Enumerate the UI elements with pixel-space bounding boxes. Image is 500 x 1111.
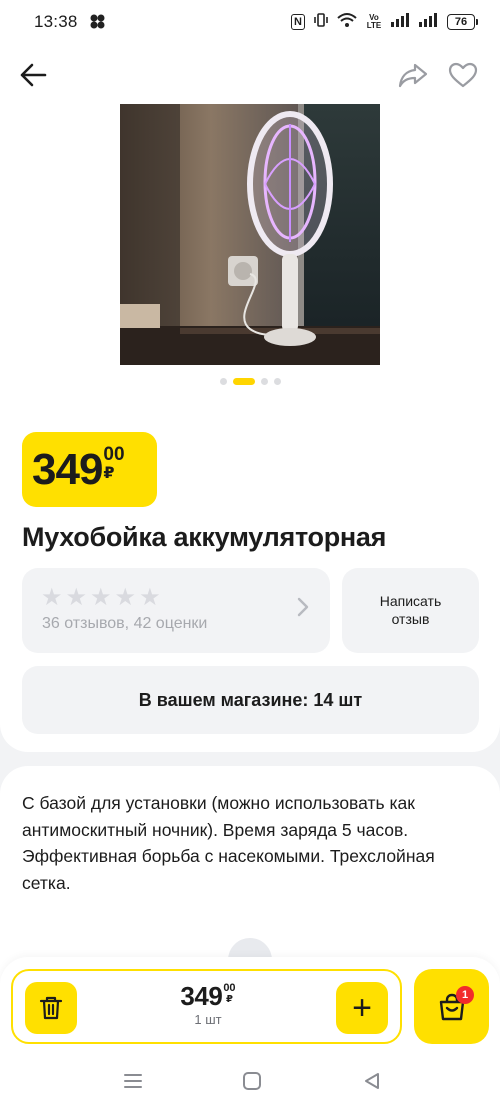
price-badge: 349 00 ₽ <box>22 432 157 507</box>
battery-icon: 76 <box>447 14 478 30</box>
share-icon <box>398 63 428 88</box>
nfc-icon: N <box>291 14 305 30</box>
cart-price-currency: ₽ <box>225 994 233 1005</box>
cart-price: 349 00 ₽ <box>180 981 236 1011</box>
chevron-right-icon <box>296 594 310 625</box>
image-pagination <box>0 378 500 385</box>
square-icon <box>243 1072 261 1090</box>
star-icon: ★ <box>114 584 137 611</box>
pagination-dot[interactable] <box>260 378 268 385</box>
product-title: Мухобойка аккумуляторная <box>22 522 387 552</box>
volte-icon: Vo LTE <box>366 13 382 30</box>
price-integer: 349 <box>32 445 103 494</box>
status-icons: N Vo LTE 76 <box>291 12 478 33</box>
bottom-action-bar: 349 00 ₽ 1 шт + 1 <box>0 957 500 1111</box>
battery-level: 76 <box>447 14 475 30</box>
vibrate-icon <box>313 12 329 33</box>
pagination-dot[interactable] <box>219 378 227 385</box>
signal-1-icon <box>391 12 411 32</box>
favorite-button[interactable] <box>446 58 480 92</box>
triangle-back-icon <box>365 1073 379 1089</box>
home-button[interactable] <box>240 1069 264 1093</box>
trash-icon <box>39 996 63 1020</box>
cart-button[interactable]: 1 <box>414 969 489 1044</box>
system-back-button[interactable] <box>360 1069 384 1093</box>
cart-count-badge: 1 <box>456 986 474 1004</box>
plus-icon: + <box>352 989 372 1027</box>
cart-quantity-control: 349 00 ₽ 1 шт + <box>11 969 402 1044</box>
rating-count: 36 отзывов, 42 оценки <box>42 615 208 632</box>
recents-button[interactable] <box>121 1069 145 1093</box>
star-icon: ★ <box>139 584 161 611</box>
product-description: С базой для установки (можно использоват… <box>22 793 435 893</box>
cart-quantity: 1 шт <box>194 1012 222 1027</box>
rating-summary[interactable]: ★ ★ ★ ★ ★ 36 отзывов, 42 оценки <box>22 568 330 653</box>
share-button[interactable] <box>396 58 430 92</box>
price-currency: ₽ <box>103 465 115 482</box>
star-icon: ★ <box>90 584 112 611</box>
heart-icon <box>448 62 478 88</box>
status-bar: 13:38 N Vo LTE 76 <box>0 0 500 44</box>
remove-from-cart-button[interactable] <box>25 982 77 1034</box>
wifi-icon <box>337 12 357 33</box>
store-stock-text: В вашем магазине: 14 шт <box>138 689 363 710</box>
cart-price-integer: 349 <box>180 981 223 1011</box>
increase-quantity-button[interactable]: + <box>336 982 388 1034</box>
arrow-left-icon <box>20 63 47 87</box>
product-image[interactable] <box>120 104 380 365</box>
star-icon: ★ <box>41 584 63 611</box>
app-notification-icon <box>88 14 108 30</box>
product-header-card: 349 00 ₽ Мухобойка аккумуляторная ★ ★ ★ … <box>0 44 500 752</box>
system-navigation-bar <box>0 1057 500 1103</box>
rating-stars: ★ ★ ★ ★ ★ <box>41 586 161 610</box>
signal-2-icon <box>419 12 439 32</box>
write-review-label-1: Написать <box>379 593 442 609</box>
price-cents: 00 <box>103 444 125 465</box>
cart-item-summary: 349 00 ₽ 1 шт <box>153 981 263 1028</box>
status-time: 13:38 <box>34 12 78 31</box>
menu-icon <box>124 1074 142 1088</box>
pagination-dot-active[interactable] <box>232 378 255 385</box>
pagination-dot[interactable] <box>273 378 281 385</box>
write-review-label-2: отзыв <box>391 610 430 627</box>
star-icon: ★ <box>65 584 88 611</box>
store-stock[interactable]: В вашем магазине: 14 шт <box>22 666 479 734</box>
cart-price-cents: 00 <box>223 982 236 994</box>
back-button[interactable] <box>16 58 50 92</box>
write-review-button[interactable]: Написать отзыв <box>342 568 479 653</box>
